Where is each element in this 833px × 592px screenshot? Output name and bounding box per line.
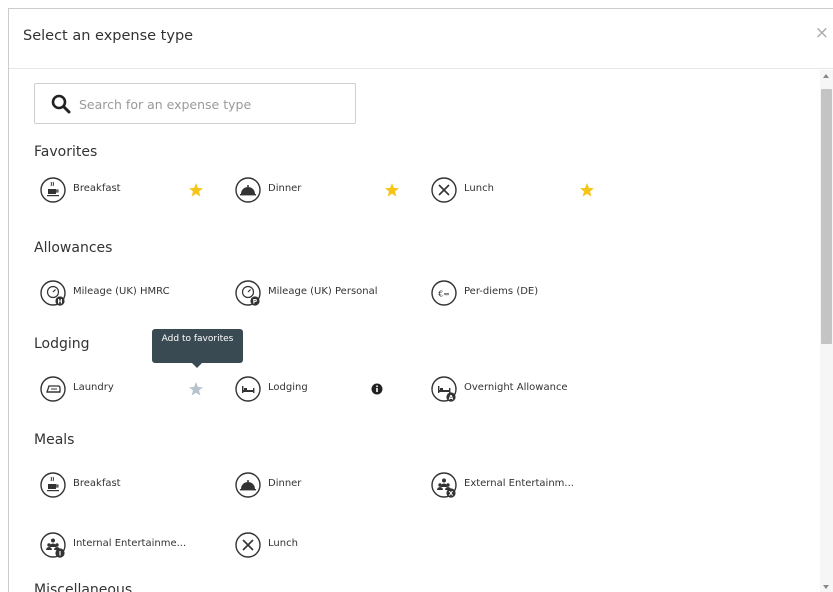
expense-item-mileage-personal[interactable]: P Mileage (UK) Personal (234, 279, 414, 307)
entertainment-icon: I (39, 531, 67, 559)
expense-item-laundry[interactable]: Laundry (39, 375, 189, 403)
search-box[interactable] (34, 83, 356, 124)
scroll-down-arrow-icon[interactable] (823, 585, 829, 589)
expense-item-label: Internal Entertainme... (73, 538, 187, 549)
expense-item-breakfast[interactable]: Breakfast (39, 471, 189, 499)
expense-item-dinner-favorite[interactable]: Dinner (234, 176, 384, 204)
expense-item-label: Lunch (268, 538, 298, 549)
expense-type-dialog: Select an expense type × Favorites Break… (8, 8, 833, 592)
tooltip-arrow (192, 363, 202, 368)
svg-text:H: H (57, 299, 62, 306)
expense-item-label: Breakfast (73, 478, 121, 489)
laundry-icon (39, 375, 67, 403)
expense-item-label: Mileage (UK) Personal (268, 286, 378, 297)
section-title-favorites: Favorites (34, 144, 98, 160)
breakfast-icon (39, 176, 67, 204)
expense-item-mileage-hmrc[interactable]: H Mileage (UK) HMRC (39, 279, 219, 307)
svg-text:A: A (449, 395, 454, 402)
section-title-allowances: Allowances (34, 240, 113, 256)
expense-item-label: Mileage (UK) HMRC (73, 286, 170, 297)
expense-item-lunch-favorite[interactable]: Lunch (430, 176, 580, 204)
expense-item-label: Dinner (268, 183, 302, 194)
expense-item-lodging[interactable]: Lodging (234, 375, 384, 403)
svg-text:€=: €= (438, 290, 450, 299)
expense-item-label: Dinner (268, 478, 302, 489)
expense-item-lunch[interactable]: Lunch (234, 531, 384, 559)
expense-item-label: Laundry (73, 382, 114, 393)
close-button[interactable]: × (815, 25, 829, 42)
dialog-header: Select an expense type × (9, 9, 833, 69)
svg-text:I: I (59, 551, 61, 558)
expense-item-label: Overnight Allowance (464, 382, 568, 393)
section-title-miscellaneous: Miscellaneous (34, 582, 133, 592)
favorite-star-icon[interactable] (384, 182, 400, 198)
section-title-meals: Meals (34, 432, 75, 448)
dialog-title: Select an expense type (23, 28, 194, 44)
section-title-lodging: Lodging (34, 336, 90, 352)
expense-item-overnight-allowance[interactable]: A Overnight Allowance (430, 375, 620, 403)
dinner-icon (234, 471, 262, 499)
scrollbar[interactable] (820, 70, 833, 592)
breakfast-icon (39, 471, 67, 499)
add-favorite-star-icon[interactable] (188, 381, 204, 397)
search-icon (51, 94, 71, 114)
expense-item-label: Per-diems (DE) (464, 286, 539, 297)
expense-item-dinner[interactable]: Dinner (234, 471, 384, 499)
expense-item-internal-entertainment[interactable]: I Internal Entertainme... (39, 531, 229, 559)
expense-item-per-diems[interactable]: €= Per-diems (DE) (430, 279, 610, 307)
search-input[interactable] (79, 92, 339, 116)
dialog-body: Favorites Breakfast Dinner Lunch Allowan… (9, 70, 821, 592)
lunch-icon (234, 531, 262, 559)
entertainment-icon: X (430, 471, 458, 499)
mileage-icon: H (39, 279, 67, 307)
mileage-icon: P (234, 279, 262, 307)
lunch-icon (430, 176, 458, 204)
expense-item-label: Lunch (464, 183, 494, 194)
scroll-up-arrow-icon[interactable] (823, 74, 829, 78)
expense-item-external-entertainment[interactable]: X External Entertainm... (430, 471, 620, 499)
favorite-star-icon[interactable] (188, 182, 204, 198)
expense-item-breakfast-favorite[interactable]: Breakfast (39, 176, 189, 204)
tooltip-text: Add to favorites (161, 334, 234, 344)
svg-text:P: P (253, 299, 258, 306)
favorite-star-icon[interactable] (579, 182, 595, 198)
bed-icon: A (430, 375, 458, 403)
tooltip: Add to favorites (152, 329, 243, 368)
expense-item-label: Lodging (268, 382, 308, 393)
bed-icon (234, 375, 262, 403)
info-icon[interactable] (371, 383, 383, 395)
expense-item-label: External Entertainm... (464, 478, 574, 489)
scrollbar-thumb[interactable] (821, 89, 832, 344)
expense-item-label: Breakfast (73, 183, 121, 194)
dinner-icon (234, 176, 262, 204)
svg-text:X: X (449, 491, 454, 498)
per-diem-icon: €= (430, 279, 458, 307)
